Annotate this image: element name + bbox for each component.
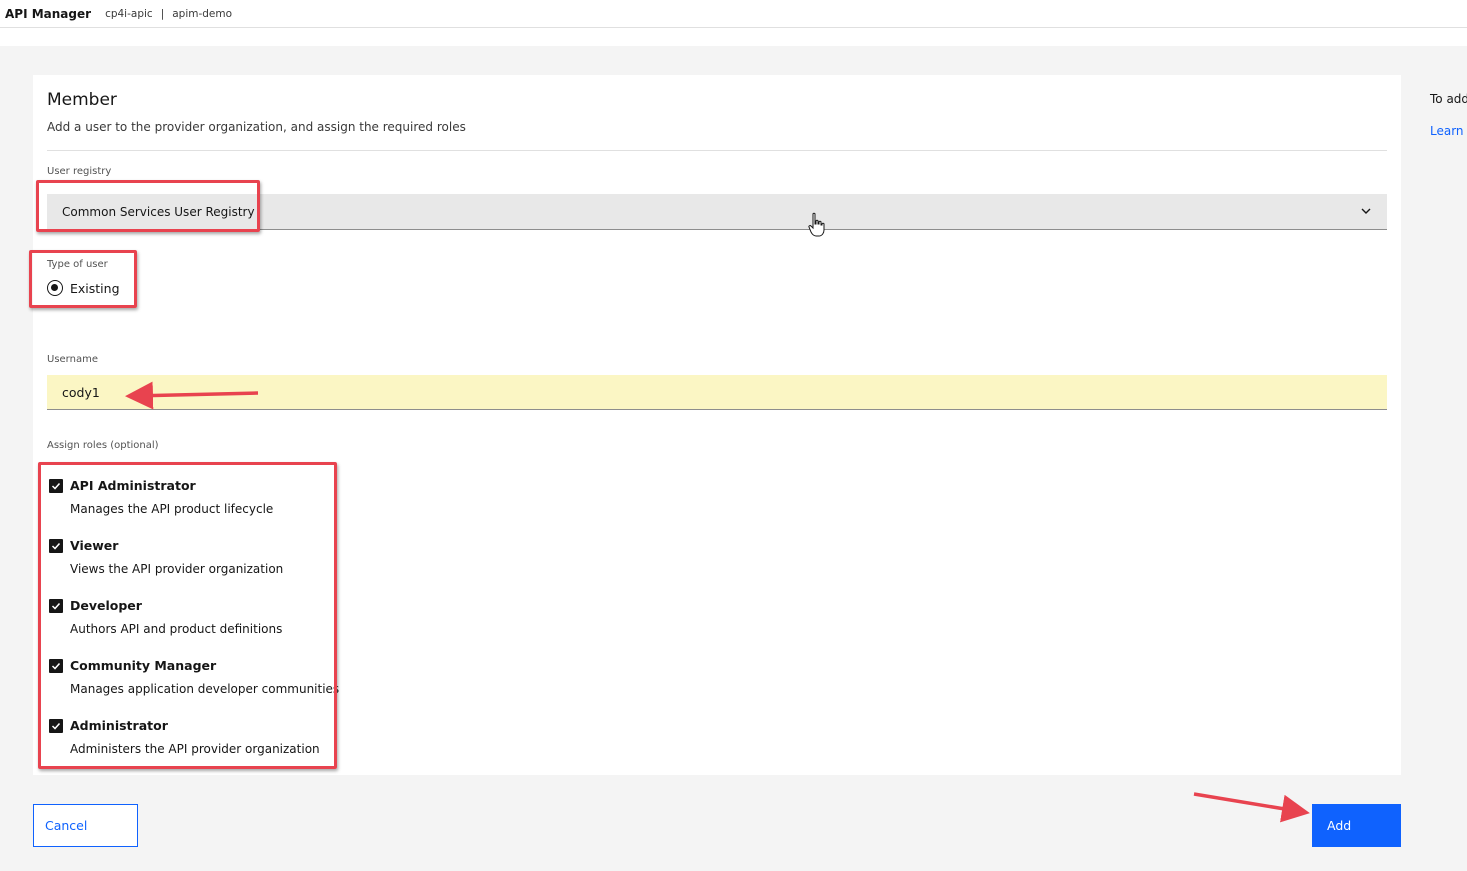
arrow-to-username — [125, 381, 259, 410]
arrow-to-add-button — [1193, 792, 1310, 823]
annotation-arrows — [125, 381, 1310, 823]
